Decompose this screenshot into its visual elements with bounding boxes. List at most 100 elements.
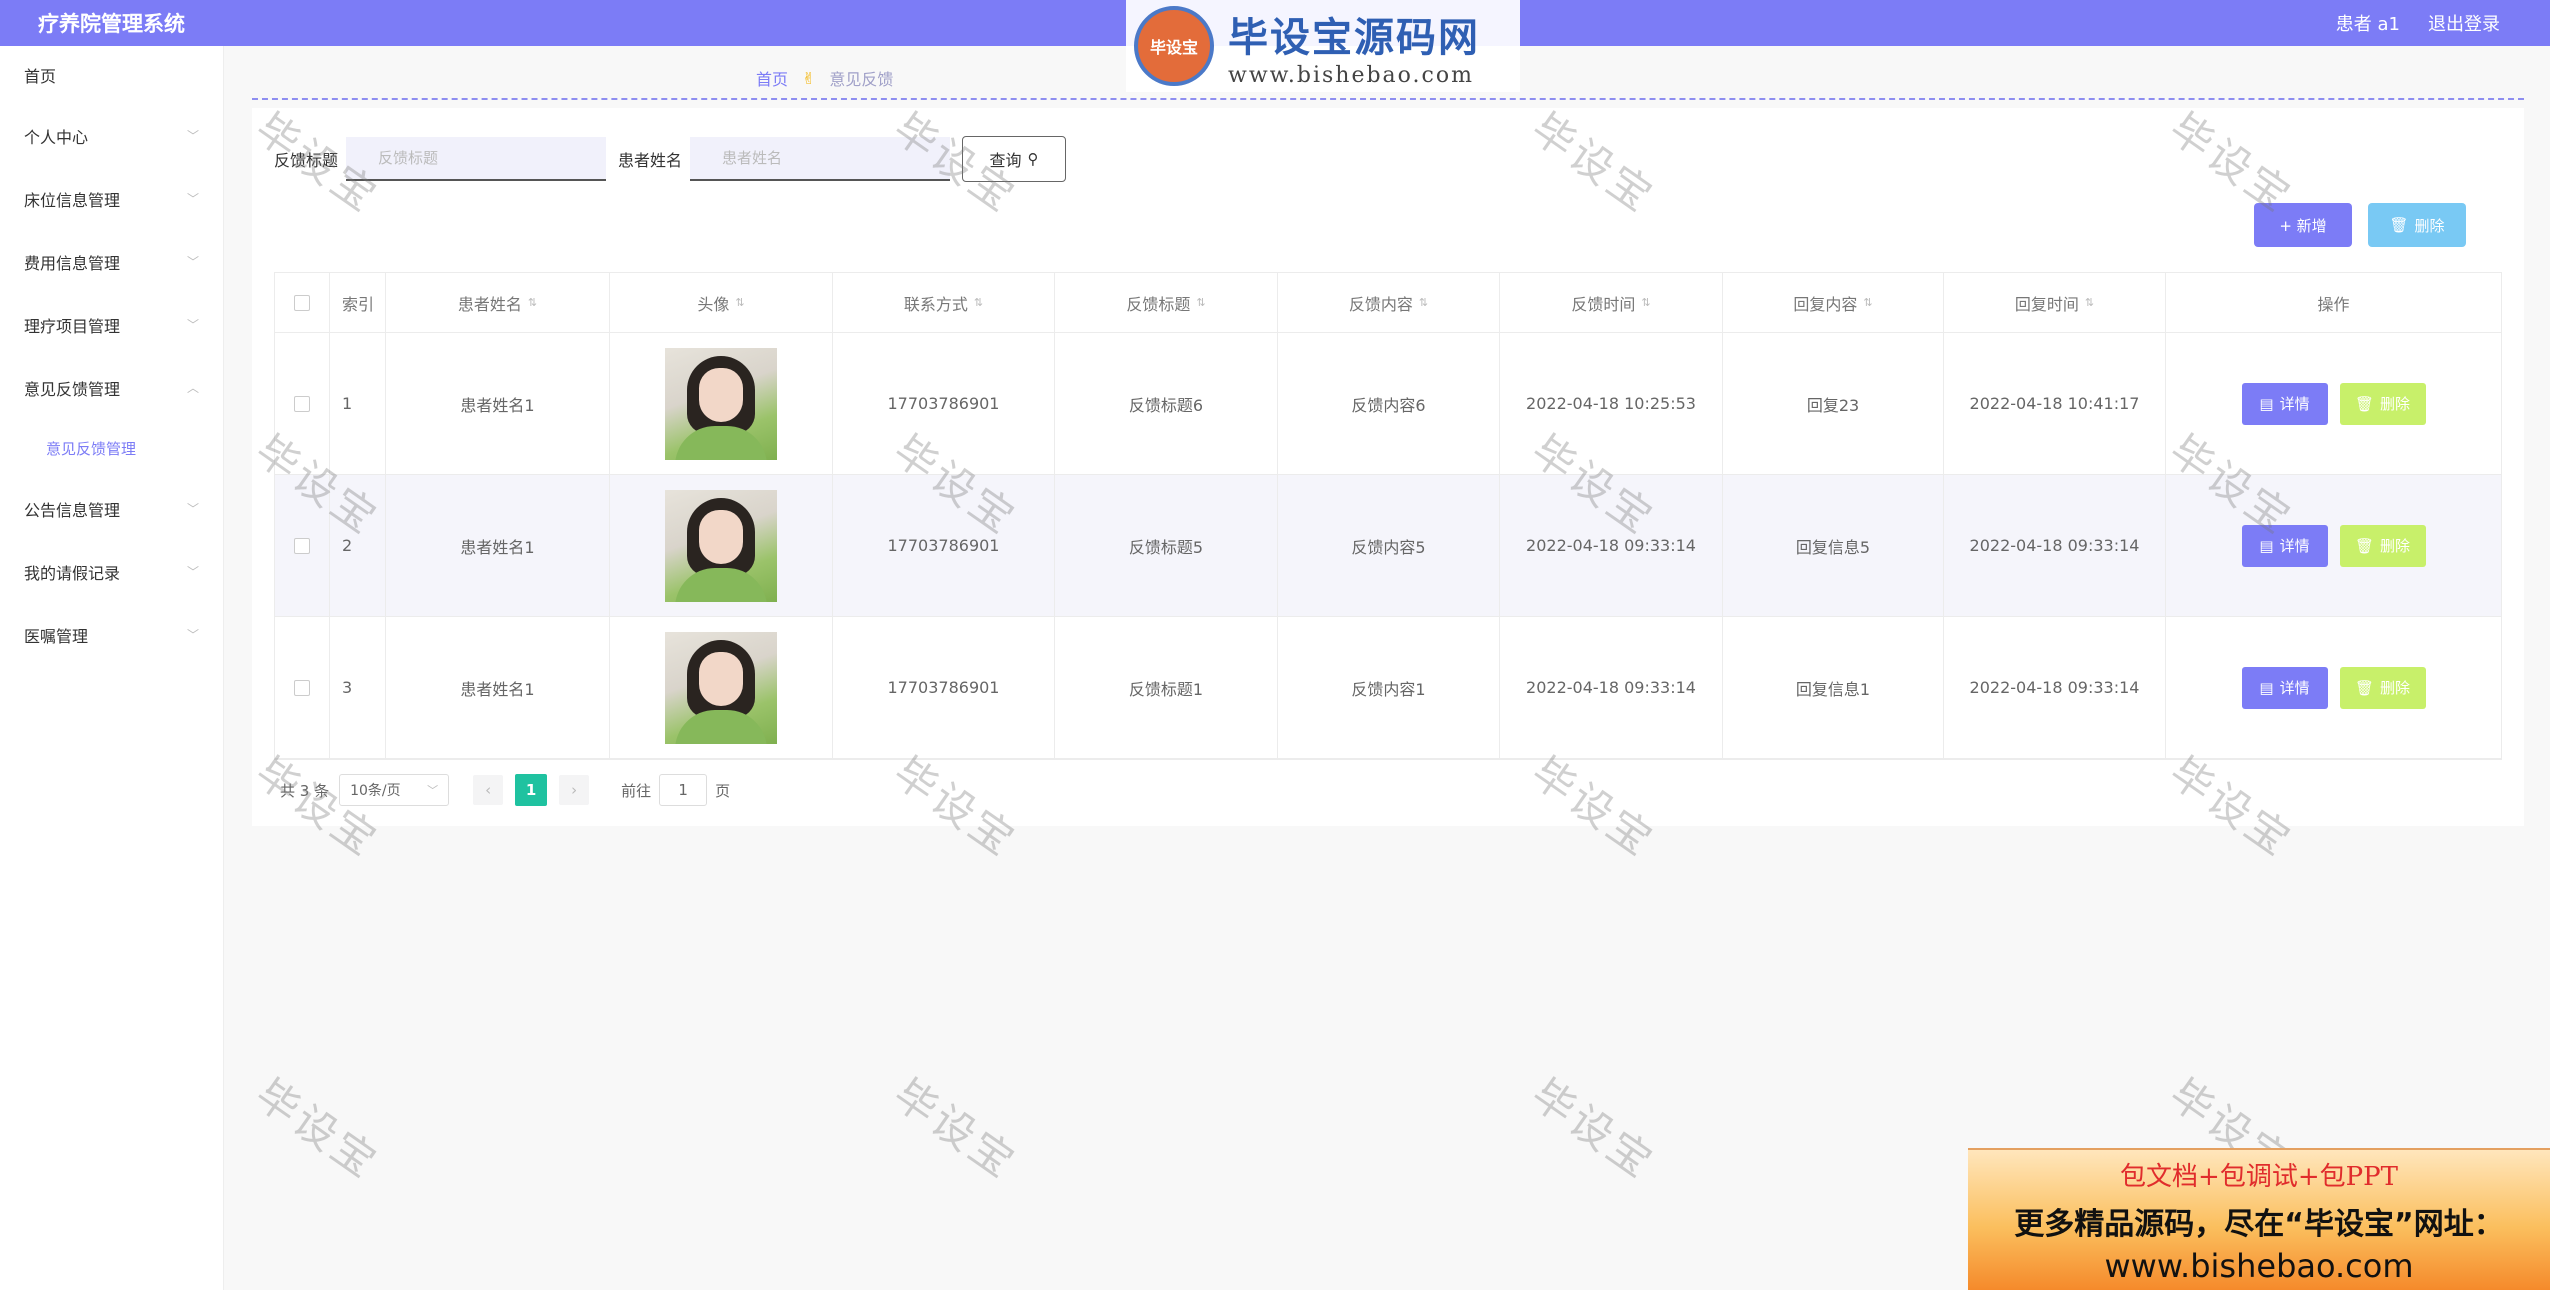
breadcrumb-home[interactable]: 首页 (756, 66, 788, 90)
sort-icon[interactable]: ⇅ (1196, 296, 1205, 309)
chevron-down-icon: ﹀ (186, 628, 199, 642)
header-feedback-content[interactable]: 反馈内容 ⇅ (1278, 273, 1500, 332)
name-label: 患者姓名 (618, 151, 683, 170)
logo-badge: 毕设宝 (1134, 6, 1214, 86)
page-size-select[interactable]: 10条/页 ﹀ (339, 774, 450, 806)
trash-icon: 🗑 (2354, 678, 2375, 697)
select-all-checkbox[interactable] (294, 294, 310, 311)
add-button[interactable]: + 新增 (2254, 203, 2352, 247)
current-user: 患者 a1 (2335, 14, 2400, 35)
row-contact: 17703786901 (833, 617, 1055, 758)
chevron-down-icon: ﹀ (186, 318, 199, 332)
breadcrumb: 首页 ✌ 意见反馈 (756, 66, 893, 90)
sort-icon[interactable]: ⇅ (1863, 296, 1872, 309)
trash-icon: 🗑 (2354, 536, 2375, 555)
sidebar-item-home[interactable]: 首页 (0, 46, 223, 104)
watermark: 毕设宝 (884, 1069, 1026, 1189)
delete-button[interactable]: 🗑 删除 (2339, 666, 2426, 709)
detail-button[interactable]: ▤ 详情 (2241, 666, 2328, 709)
next-page-button[interactable]: › (559, 775, 590, 805)
sidebar-item-therapy-management[interactable]: 理疗项目管理 ﹀ (0, 293, 223, 356)
header-reply-content[interactable]: 回复内容 ⇅ (1723, 273, 1944, 332)
sidebar-item-bed-management[interactable]: 床位信息管理 ﹀ (0, 167, 223, 230)
watermark: 毕设宝 (1522, 1069, 1664, 1189)
sidebar-item-label: 理疗项目管理 (24, 316, 121, 336)
sidebar-item-notice-management[interactable]: 公告信息管理 ﹀ (0, 477, 223, 540)
header-contact[interactable]: 联系方式 ⇅ (833, 273, 1055, 332)
search-form: 反馈标题 患者姓名 查询 ⚲ (274, 136, 1067, 182)
detail-button[interactable]: ▤ 详情 (2241, 382, 2328, 425)
row-patient-name: 患者姓名1 (386, 617, 610, 758)
header-feedback-time[interactable]: 反馈时间 ⇅ (1500, 273, 1723, 332)
breadcrumb-current: 意见反馈 (829, 70, 894, 89)
sidebar-item-leave-records[interactable]: 我的请假记录 ﹀ (0, 540, 223, 603)
row-reply-time: 2022-04-18 09:33:14 (1944, 617, 2166, 758)
sidebar-item-label: 公告信息管理 (24, 500, 121, 520)
row-reply-time: 2022-04-18 09:33:14 (1944, 475, 2166, 616)
sidebar-item-medical-orders[interactable]: 医嘱管理 ﹀ (0, 603, 223, 666)
sort-icon[interactable]: ⇅ (1641, 296, 1650, 309)
row-feedback-content: 反馈内容6 (1278, 333, 1500, 474)
detail-button[interactable]: ▤ 详情 (2241, 524, 2328, 567)
sort-icon[interactable]: ⇅ (974, 296, 983, 309)
sidebar-item-label: 意见反馈管理 (24, 379, 121, 399)
goto-page-input[interactable]: 1 (659, 774, 708, 806)
row-reply-time: 2022-04-18 10:41:17 (1944, 333, 2166, 474)
trash-icon: 🗑 (2354, 394, 2375, 413)
sidebar-item-label: 首页 (24, 67, 57, 86)
batch-delete-button[interactable]: 🗑 删除 (2368, 203, 2466, 247)
header-operations: 操作 (2317, 294, 2350, 314)
row-feedback-time: 2022-04-18 09:33:14 (1500, 475, 1723, 616)
sidebar-subitem-feedback[interactable]: 意见反馈管理 (0, 419, 223, 477)
row-contact: 17703786901 (833, 333, 1055, 474)
ad-line-2: 更多精品源码，尽在“毕设宝”网址： (2014, 1206, 2504, 1242)
name-search-input[interactable] (690, 137, 951, 181)
row-checkbox[interactable] (294, 537, 310, 554)
delete-button[interactable]: 🗑 删除 (2339, 382, 2426, 425)
row-feedback-content: 反馈内容1 (1278, 617, 1500, 758)
delete-button[interactable]: 🗑 删除 (2339, 524, 2426, 567)
query-label: 查询 (989, 151, 1022, 170)
sidebar-item-feedback-management[interactable]: 意见反馈管理 ︿ (0, 356, 223, 419)
sort-icon[interactable]: ⇅ (735, 296, 744, 309)
title-search-input[interactable] (346, 137, 607, 181)
sidebar-item-label: 床位信息管理 (24, 190, 121, 210)
row-index: 3 (330, 617, 386, 758)
document-icon: ▤ (2259, 678, 2274, 697)
logout-link[interactable]: 退出登录 (2428, 10, 2500, 36)
header-reply-time[interactable]: 回复时间 ⇅ (1944, 273, 2166, 332)
sort-icon[interactable]: ⇅ (2085, 296, 2094, 309)
page-number-button[interactable]: 1 (515, 774, 548, 806)
action-bar: + 新增 🗑 删除 (2254, 203, 2466, 247)
sidebar-item-fee-management[interactable]: 费用信息管理 ﹀ (0, 230, 223, 293)
row-index: 1 (330, 333, 386, 474)
sort-icon[interactable]: ⇅ (528, 296, 537, 309)
row-checkbox[interactable] (294, 679, 310, 696)
query-button[interactable]: 查询 ⚲ (962, 136, 1067, 182)
header-avatar[interactable]: 头像 ⇅ (610, 273, 833, 332)
sidebar-item-personal-center[interactable]: 个人中心 ﹀ (0, 104, 223, 167)
ad-banner: 包文档+包调试+包PPT 更多精品源码，尽在“毕设宝”网址： www.bishe… (1968, 1148, 2550, 1290)
chevron-down-icon: ﹀ (427, 784, 439, 797)
sort-icon[interactable]: ⇅ (1419, 296, 1428, 309)
avatar (665, 347, 777, 460)
total-count: 共 3 条 (280, 781, 330, 800)
divider (252, 98, 2524, 100)
logo-title: 毕设宝源码网 (1228, 14, 1480, 61)
header-index: 索引 (330, 273, 386, 332)
header-feedback-title[interactable]: 反馈标题 ⇅ (1055, 273, 1278, 332)
sidebar-item-label: 医嘱管理 (24, 626, 89, 646)
row-checkbox[interactable] (294, 395, 310, 412)
row-feedback-title: 反馈标题5 (1055, 475, 1278, 616)
header-patient-name[interactable]: 患者姓名 ⇅ (386, 273, 610, 332)
chevron-down-icon: ﹀ (186, 565, 199, 579)
app-title: 疗养院管理系统 (38, 12, 185, 36)
avatar (665, 631, 777, 744)
prev-page-button[interactable]: ‹ (473, 775, 504, 805)
row-patient-name: 患者姓名1 (386, 333, 610, 474)
chevron-up-icon: ︿ (186, 381, 199, 395)
title-label: 反馈标题 (274, 151, 339, 170)
chevron-down-icon: ﹀ (186, 129, 199, 143)
feedback-table: 索引 患者姓名 ⇅ 头像 ⇅ 联系方式 ⇅ 反馈标题 ⇅ 反馈内容 ⇅ 反馈时间 ⇅ 回复内… (274, 272, 2502, 760)
pagination: 共 3 条 10条/页 ﹀ ‹ 1 › 前往 1 页 (280, 774, 730, 806)
